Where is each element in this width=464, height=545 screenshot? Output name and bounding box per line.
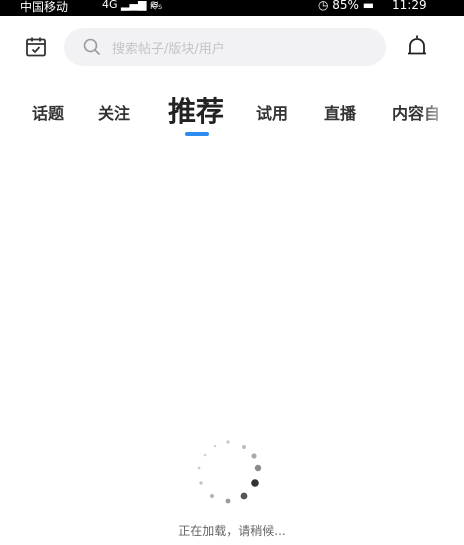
battery-indicator: ◷ 85% ▬ — [318, 0, 375, 12]
loading-text: 正在加载，请稍候... — [178, 524, 286, 538]
carrier-name: 中国移动 — [20, 0, 69, 14]
search-icon — [82, 37, 102, 57]
top-bar: 搜索帖子/版块/用户 — [0, 26, 464, 70]
calendar-icon[interactable] — [24, 35, 48, 59]
tab-following[interactable]: 关注 — [98, 100, 130, 124]
category-tabs: 话题 关注 推荐 试用 直播 内容自 — [0, 86, 464, 140]
search-placeholder: 搜索帖子/版块/用户 — [112, 42, 225, 57]
loading-spinner-icon — [188, 434, 268, 514]
network-speed: K/s — [150, 2, 163, 11]
tab-live[interactable]: 直播 — [324, 100, 356, 124]
bell-icon[interactable] — [405, 33, 429, 61]
tab-topics[interactable]: 话题 — [32, 100, 64, 124]
status-bar: 中国移动 4G ▂▄▆ ≋ K/s ◷ 85% ▬ 11:29 — [0, 0, 464, 16]
tab-recommended[interactable]: 推荐 — [168, 90, 224, 130]
active-tab-indicator — [185, 132, 209, 136]
tab-trial[interactable]: 试用 — [256, 100, 288, 124]
tabs-fade — [420, 86, 464, 140]
clock: 11:29 — [392, 0, 427, 12]
search-input[interactable]: 搜索帖子/版块/用户 — [64, 28, 386, 66]
